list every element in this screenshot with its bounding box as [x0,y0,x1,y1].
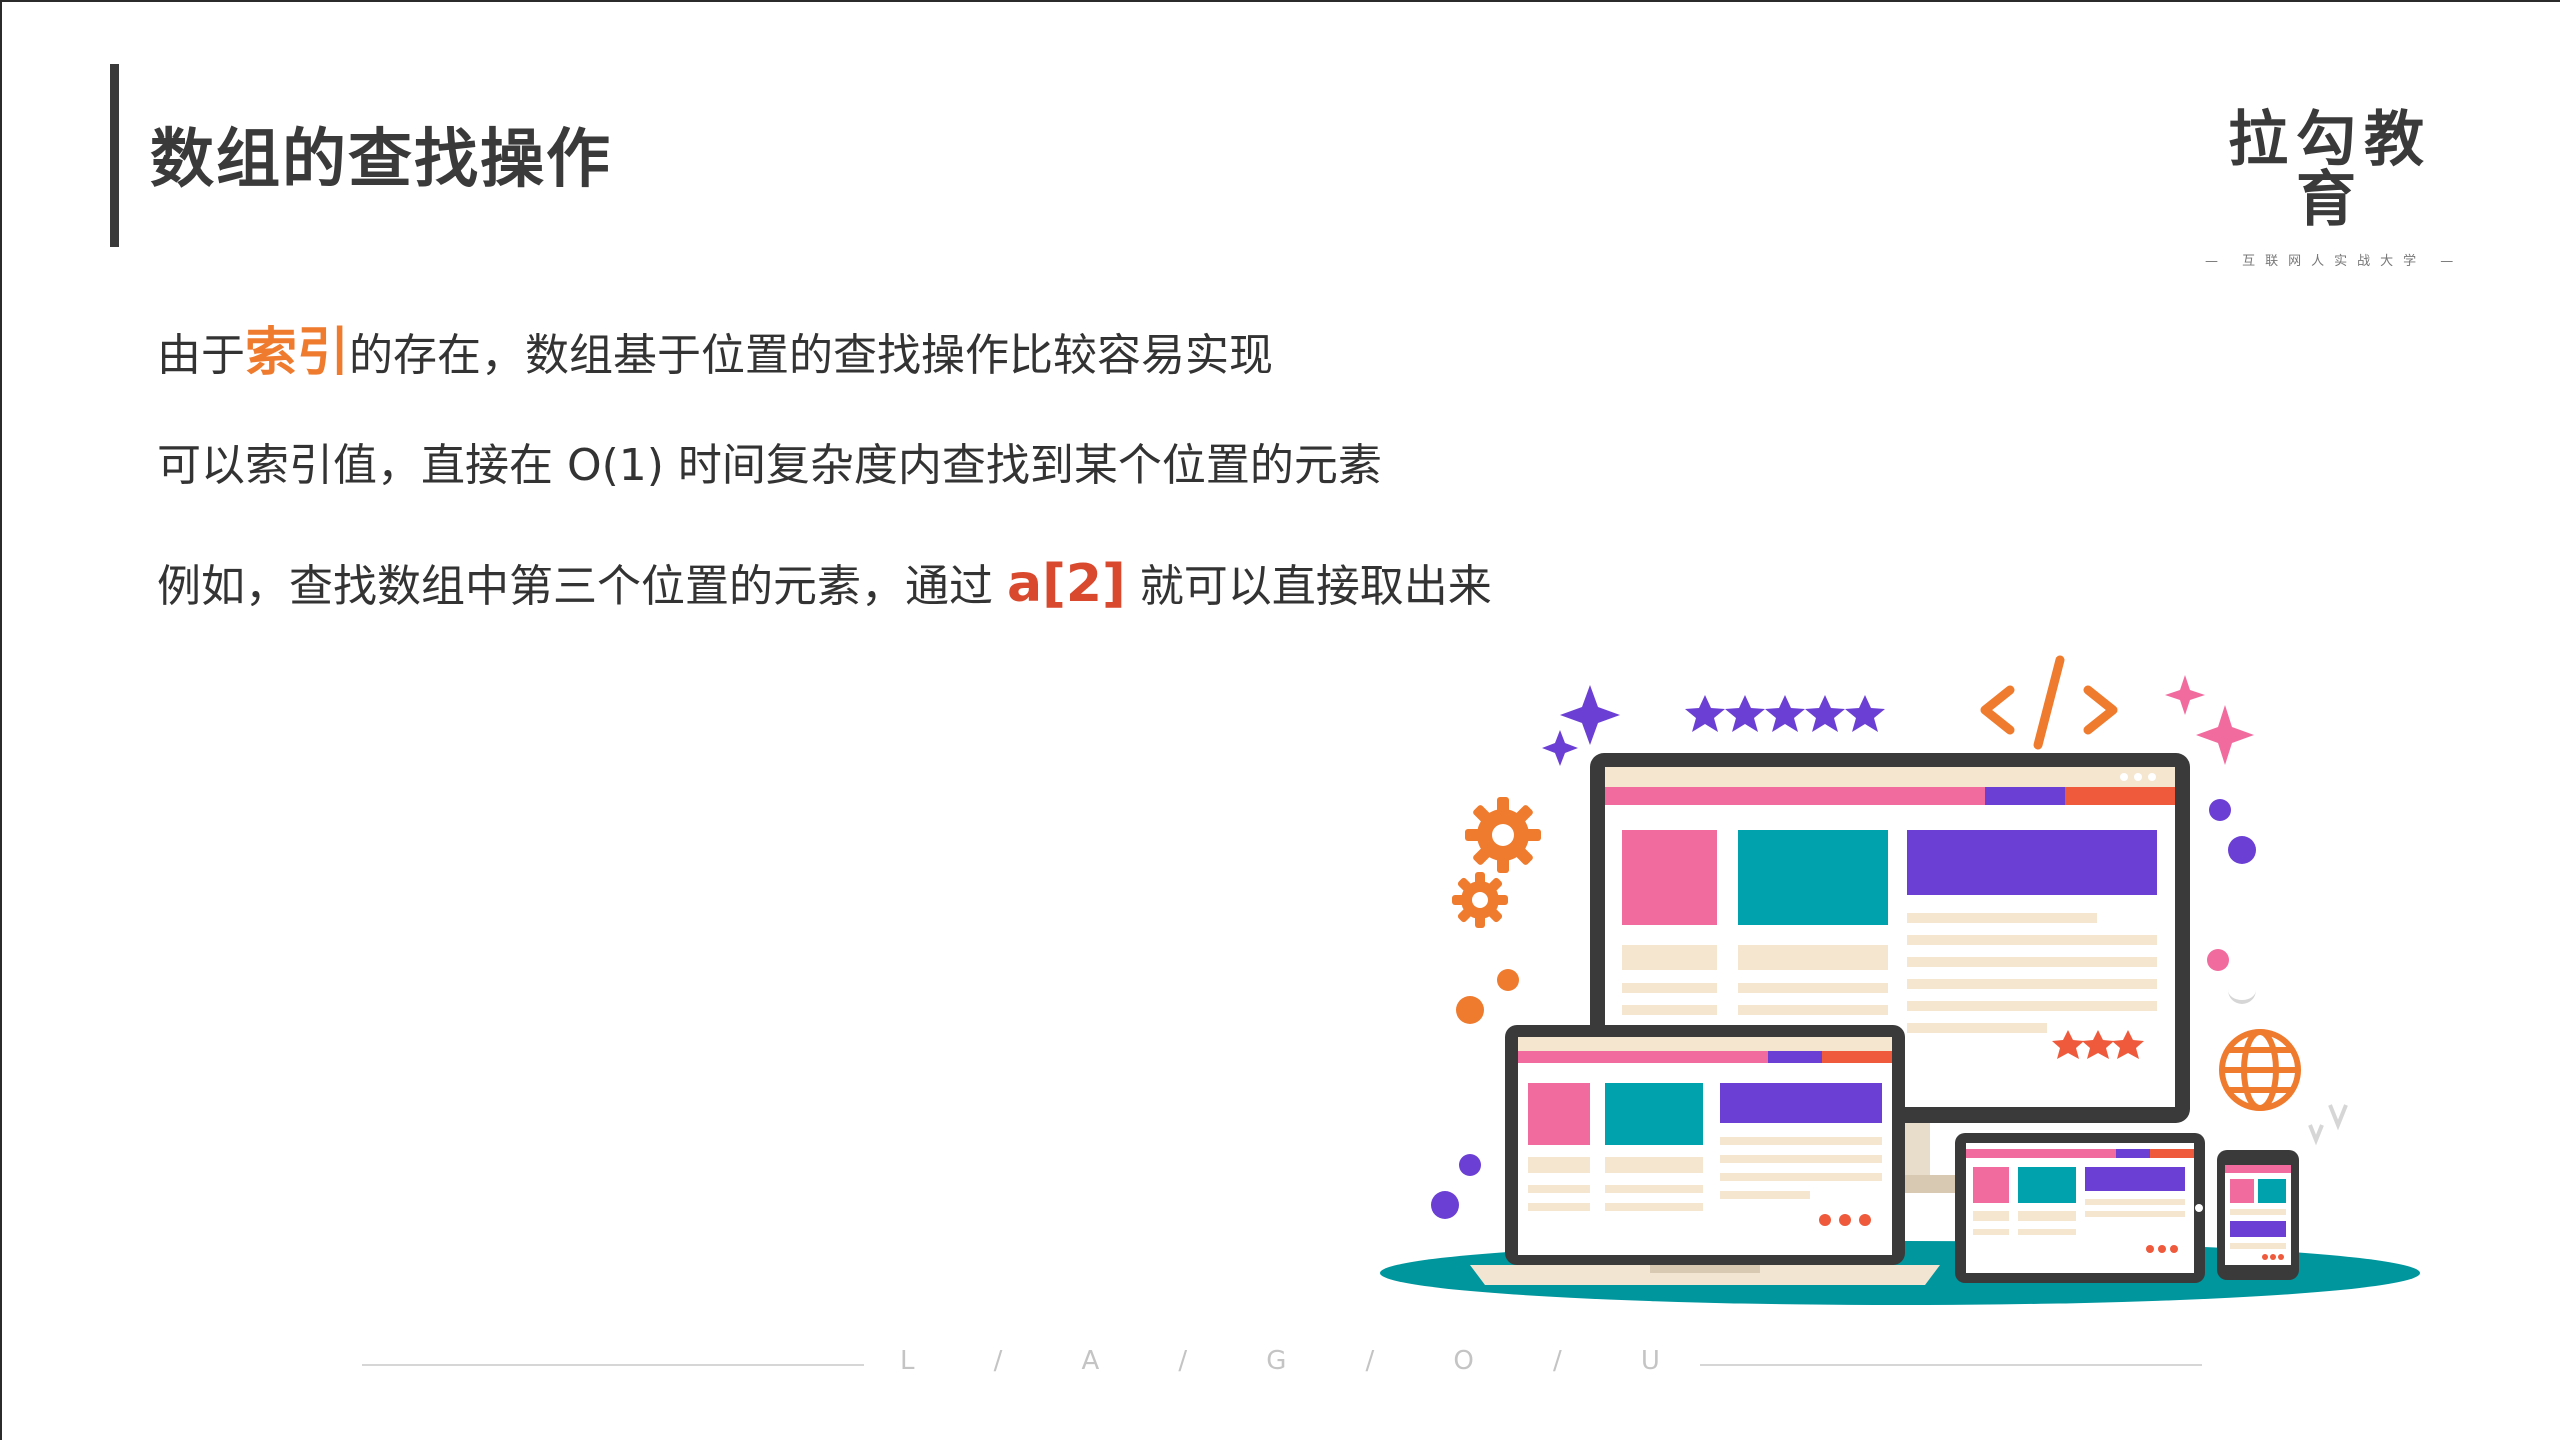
footer-letter: A [1081,1346,1100,1376]
decor-dot [2207,949,2229,971]
rating-stars-icon [1685,695,1885,732]
footer-letter: U [1640,1346,1660,1376]
code-tag-icon [1980,655,2118,750]
decor-dot [2209,799,2231,821]
tablet-device [1955,1133,2205,1283]
decor-dot [1456,996,1484,1024]
footer-letter: G [1266,1346,1287,1376]
gear-icon [1465,797,1541,873]
decor-dot [1459,1154,1481,1176]
line1-highlight: 索引 [245,323,350,383]
sparkle-icon [1542,730,1578,766]
content-line-3: 例如，查找数组中第三个位置的元素，通过 a[2] 就可以直接取出来 [157,550,1492,614]
footer-letter: / [1178,1346,1188,1376]
footer-letter: / [1552,1346,1562,1376]
gear-icon [1452,872,1508,928]
logo-name: 拉勾教育 [2228,105,2432,235]
line3-highlight: a[2] [1007,554,1126,614]
laptop-device [1470,1025,1940,1285]
decor-arrow [2308,1124,2324,1146]
responsive-devices-illustration [1380,655,2420,1305]
decor-arrow [2328,1104,2348,1131]
content-line-2: 可以索引值，直接在 O(1) 时间复杂度内查找到某个位置的元素 [157,429,1382,493]
sparkle-icon [2196,705,2254,765]
sparkle-icon [1560,685,1620,745]
brand-logo: 拉勾教育 — 互联网人实战大学 — [2205,110,2455,269]
line3-after: 就可以直接取出来 [1125,561,1492,612]
phone-device [2217,1150,2299,1280]
globe-icon [2219,1029,2301,1111]
line1-before: 由于 [157,330,245,381]
footer-letter: / [993,1346,1003,1376]
footer-letter: O [1453,1346,1474,1376]
line2-text: 可以索引值，直接在 O(1) 时间复杂度内查找到某个位置的元素 [157,440,1382,491]
title-accent-bar [110,64,119,247]
footer-rule-left [362,1364,864,1366]
decor-dot [1431,1191,1459,1219]
frame-left-edge [0,0,2,1440]
footer-letter: / [1365,1346,1375,1376]
frame-top-edge [0,0,2560,2]
decor-dot [1497,969,1519,991]
decor-crescent [2228,990,2256,1004]
content-line-1: 由于索引的存在，数组基于位置的查找操作比较容易实现 [157,310,1273,385]
footer-brand-letters: L / A / G / O / U [900,1346,1660,1376]
line1-after: 的存在，数组基于位置的查找操作比较容易实现 [349,330,1274,381]
logo-tagline: — 互联网人实战大学 — [2205,254,2464,269]
sparkle-icon [2165,675,2205,715]
line3-before: 例如，查找数组中第三个位置的元素，通过 [157,561,1007,612]
footer-rule-right [1700,1364,2202,1366]
decor-dot [2228,836,2256,864]
footer-letter: L [900,1346,915,1376]
page-title: 数组的查找操作 [150,123,612,197]
